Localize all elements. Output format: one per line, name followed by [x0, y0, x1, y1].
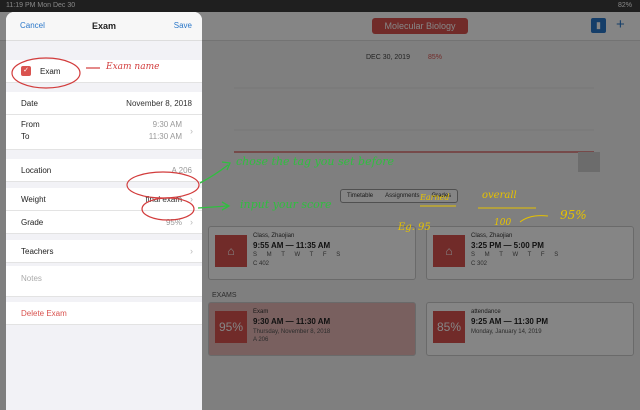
exam-name-row[interactable]: ✓ Exam: [6, 60, 202, 83]
chevron-right-icon: ›: [190, 217, 193, 227]
from-value: 9:30 AM: [152, 120, 182, 129]
location-row[interactable]: Location A 206: [6, 159, 202, 182]
location-value: A 206: [171, 166, 192, 175]
annotation-overall: overall: [482, 190, 517, 201]
weight-row[interactable]: Weight final exam ›: [6, 188, 202, 211]
chevron-right-icon: ›: [190, 246, 193, 256]
time-row[interactable]: From To 9:30 AM 11:30 AM ›: [6, 115, 202, 150]
grade-value[interactable]: 95%: [166, 218, 182, 227]
annotation-hundred: 100: [494, 218, 512, 228]
grade-row[interactable]: Grade 95% ›: [6, 211, 202, 234]
exam-edit-sheet: Cancel Exam Save ✓ Exam Date November 8,…: [6, 12, 202, 410]
annotation-tag: chose the tag you set before: [236, 155, 395, 168]
notes-row[interactable]: Notes: [6, 266, 202, 297]
weight-value: final exam: [145, 195, 182, 204]
sheet-header: Cancel Exam Save: [6, 12, 202, 41]
teachers-row[interactable]: Teachers ›: [6, 240, 202, 263]
annotation-earned: Earned: [420, 193, 450, 202]
sheet-title: Exam: [91, 21, 117, 31]
delete-row[interactable]: Delete Exam: [6, 302, 202, 325]
chevron-right-icon: ›: [190, 126, 193, 136]
chevron-right-icon: ›: [190, 194, 193, 204]
exam-name-field[interactable]: Exam: [40, 67, 60, 76]
date-row[interactable]: Date November 8, 2018: [6, 92, 202, 115]
delete-exam-button[interactable]: Delete Exam: [21, 309, 67, 318]
annotation-exam-name: Exam name: [106, 62, 160, 72]
to-value: 11:30 AM: [148, 132, 182, 141]
date-value: November 8, 2018: [126, 99, 192, 108]
save-button[interactable]: Save: [174, 21, 192, 30]
annotation-example: Eg. 95: [398, 222, 431, 233]
notes-input[interactable]: Notes: [21, 274, 42, 283]
annotation-result: 95%: [560, 208, 587, 222]
annotation-score: input your score: [240, 198, 332, 211]
checkbox-icon[interactable]: ✓: [21, 66, 31, 76]
